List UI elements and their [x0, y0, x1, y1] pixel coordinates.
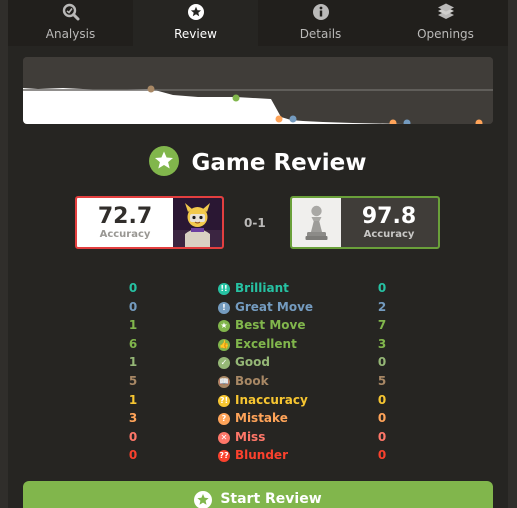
white-count: 0	[128, 448, 138, 463]
classification-row: 0!! Brilliant 0	[8, 281, 508, 300]
graph-marker[interactable]	[147, 85, 155, 93]
white-count: 6	[128, 336, 138, 351]
game-result: 0-1	[244, 216, 266, 230]
graph-marker[interactable]	[289, 115, 297, 123]
white-count: 3	[128, 411, 138, 426]
classification-icon: ?!	[218, 394, 230, 407]
white-count: 1	[128, 318, 138, 333]
tab-label: Review	[174, 27, 217, 41]
classification-icon: !!	[218, 283, 230, 295]
classification-icon: 👍	[218, 338, 230, 351]
classification-row: 3? Mistake 0	[8, 411, 508, 430]
black-count: 5	[377, 373, 387, 388]
classification-name: Blunder	[235, 448, 288, 463]
black-count: 0	[377, 429, 387, 444]
black-count: 0	[377, 355, 387, 370]
white-accuracy-value: 72.7	[97, 203, 153, 229]
white-accuracy-card: 72.7 Accuracy	[75, 196, 224, 249]
info-icon	[311, 2, 331, 22]
white-player-avatar[interactable]	[173, 198, 222, 247]
black-count: 7	[377, 318, 387, 333]
white-count: 0	[128, 281, 138, 295]
review-star-icon	[194, 491, 213, 508]
tab-label: Openings	[417, 27, 474, 41]
classification-icon: ??	[218, 450, 230, 463]
classification-name: Best Move	[235, 318, 306, 333]
classification-icon: ★	[218, 320, 230, 333]
classification-row: 1 ✓ Good 0	[8, 355, 508, 374]
classification-name: Miss	[235, 429, 266, 444]
book-icon	[436, 2, 456, 22]
classification-name: Excellent	[235, 336, 297, 351]
graph-marker[interactable]	[275, 115, 283, 123]
tab-analysis[interactable]: Analysis	[8, 0, 133, 46]
black-accuracy-label: Accuracy	[363, 228, 415, 240]
tab-bar: Analysis Review Details Openings	[8, 0, 508, 46]
classification-icon: ✕	[218, 431, 230, 444]
tab-details[interactable]: Details	[258, 0, 383, 46]
graph-marker[interactable]	[232, 94, 240, 102]
classification-row: 1?! Inaccuracy 0	[8, 393, 508, 412]
magnifier-icon	[61, 2, 81, 22]
classification-name: Mistake	[235, 411, 288, 426]
black-count: 0	[377, 392, 387, 407]
black-count: 0	[377, 448, 387, 463]
tab-review[interactable]: Review	[133, 0, 258, 46]
evaluation-graph[interactable]	[23, 57, 493, 124]
black-count: 0	[377, 411, 387, 426]
white-accuracy-label: Accuracy	[99, 228, 151, 240]
black-count: 3	[377, 336, 387, 351]
classification-icon: ?	[218, 413, 230, 426]
review-star-icon	[149, 146, 180, 180]
star-icon	[186, 2, 206, 22]
black-count: 0	[377, 281, 387, 295]
classification-name: Great Move	[235, 299, 314, 314]
black-accuracy-card: 97.8 Accuracy	[290, 196, 440, 249]
tab-openings[interactable]: Openings	[383, 0, 508, 46]
white-accuracy: 72.7 Accuracy	[77, 198, 173, 247]
title-text: Game Review	[191, 150, 367, 176]
white-count: 1	[128, 392, 138, 407]
white-count: 0	[128, 429, 138, 444]
classification-icon: 📖	[218, 375, 230, 388]
black-accuracy-value: 97.8	[361, 203, 417, 229]
classification-icon: !	[218, 301, 230, 314]
white-count: 0	[128, 299, 138, 314]
start-review-button[interactable]: Start Review	[23, 481, 493, 508]
classification-name: Good	[235, 355, 270, 370]
classification-row: 0?? Blunder 0	[8, 448, 508, 467]
tab-label: Analysis	[45, 27, 96, 41]
black-player-avatar[interactable]	[292, 198, 341, 247]
classification-name: Brilliant	[235, 281, 289, 295]
page-title: Game Review	[8, 146, 508, 180]
classification-icon: ✓	[218, 357, 230, 370]
white-count: 5	[128, 373, 138, 388]
game-review-panel: Analysis Review Details Openings Game Re…	[8, 0, 508, 508]
black-accuracy: 97.8 Accuracy	[341, 198, 437, 247]
classification-name: Inaccuracy	[235, 392, 308, 407]
classification-row: 1 ★ Best Move 7	[8, 318, 508, 337]
black-count: 2	[377, 299, 387, 314]
white-count: 1	[128, 355, 138, 370]
start-review-label: Start Review	[220, 491, 322, 507]
classification-row: 5 📖 Book 5	[8, 374, 508, 393]
classification-row: 0 ✕ Miss 0	[8, 430, 508, 449]
classification-row: 6 👍 Excellent 3	[8, 337, 508, 356]
classification-row: 0! Great Move 2	[8, 300, 508, 319]
tab-label: Details	[299, 27, 342, 41]
classification-table: 0!! Brilliant 0 0! Great Move 2 1 ★ Best Move 7 6 👍…	[8, 281, 508, 467]
classification-name: Book	[235, 373, 269, 388]
